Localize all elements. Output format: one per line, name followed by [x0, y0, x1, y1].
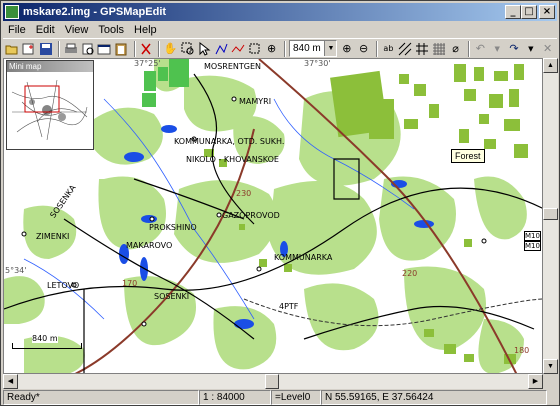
- menu-file[interactable]: File: [3, 24, 31, 36]
- map-scale-label: 840 m: [32, 334, 58, 343]
- map-label-sosenki: SOSENKI: [154, 292, 190, 301]
- toolbar-separator: [158, 40, 161, 57]
- map-label-mosrentgen: MOSRENTGEN: [204, 62, 261, 71]
- attach-icon[interactable]: ⌀: [448, 41, 463, 57]
- toolbar: ✋ ⊕ 840 m ▼ ⊕ ⊖ ab ⌀ ↶ ▼ ↷ ▼ ✕: [3, 38, 557, 58]
- minimap-title: Mini map: [7, 61, 93, 72]
- polyline-icon[interactable]: [231, 41, 246, 57]
- status-level: =Level0: [271, 390, 321, 405]
- coord-label-top-left: 37°25': [134, 59, 161, 68]
- map-label-220: 220: [402, 269, 418, 278]
- map-canvas[interactable]: 37°25' 37°30' 5°34' MOSRENTGEN MAMYRI KO…: [3, 58, 543, 374]
- minimap-panel[interactable]: Mini map: [6, 60, 94, 150]
- print-preview-icon[interactable]: [80, 41, 95, 57]
- status-scale: 1 : 84000: [199, 390, 271, 405]
- grid-fine-icon[interactable]: [431, 41, 446, 57]
- map-label-zimenki: ZIMENKI: [36, 232, 70, 241]
- window-title: mskare2.img - GPSMapEdit: [23, 6, 167, 18]
- status-ready: Ready*: [3, 390, 199, 405]
- polygon-icon[interactable]: [247, 41, 262, 57]
- scroll-right-icon[interactable]: ▶: [528, 374, 543, 389]
- road-shield-m10-b: M10: [524, 241, 541, 251]
- scroll-down-icon[interactable]: ▼: [543, 359, 558, 374]
- open-icon[interactable]: [5, 41, 20, 57]
- cut-icon[interactable]: [139, 41, 154, 57]
- clipboard-icon[interactable]: [114, 41, 129, 57]
- chevron-down-icon[interactable]: ▼: [324, 41, 337, 56]
- redo-icon[interactable]: ↷: [507, 41, 522, 57]
- toolbar-separator: [283, 40, 286, 57]
- toolbar-separator: [58, 40, 61, 57]
- map-tooltip: Forest: [451, 149, 485, 163]
- map-label-mamyri: MAMYRI: [239, 97, 272, 106]
- map-label-4ptf: 4PTF: [279, 302, 299, 311]
- map-label-nikolo: NIKOLO - KHOVANSKOE: [186, 155, 279, 164]
- scale-value: 840 m: [292, 43, 321, 54]
- title-bar: mskare2.img - GPSMapEdit _ □ ×: [3, 3, 557, 21]
- coord-label-left: 5°34': [5, 266, 27, 275]
- map-label-prokshino: PROKSHINO: [149, 223, 197, 232]
- scroll-up-icon[interactable]: ▲: [543, 58, 558, 73]
- horizontal-scrollbar[interactable]: ◀ ▶: [3, 374, 543, 389]
- zoom-out-icon[interactable]: ⊖: [356, 41, 371, 57]
- hatch-icon[interactable]: [398, 41, 413, 57]
- vertical-scrollbar[interactable]: ▲ ▼: [543, 58, 558, 374]
- map-label-makarovo: MAKAROVO: [126, 241, 173, 250]
- minimap-drawing: [7, 72, 93, 149]
- hand-icon[interactable]: ✋: [163, 41, 178, 57]
- add-icon[interactable]: [22, 41, 37, 57]
- toolbar-separator: [133, 40, 136, 57]
- map-label-180: 180: [514, 346, 530, 355]
- road-shield-m10-a: M10: [524, 231, 541, 241]
- menu-bar: File Edit View Tools Help: [3, 22, 557, 38]
- redo-dropdown-icon[interactable]: ▼: [523, 41, 538, 57]
- zoom-in-icon[interactable]: ⊕: [339, 41, 354, 57]
- menu-help[interactable]: Help: [129, 24, 162, 36]
- delete-icon[interactable]: ✕: [540, 41, 555, 57]
- map-label-kommunarka-otd: KOMMUNARKA, OTD. SUKH.: [174, 137, 285, 146]
- maximize-button[interactable]: □: [521, 5, 537, 19]
- scroll-left-icon[interactable]: ◀: [3, 374, 18, 389]
- toolbar-separator: [376, 40, 379, 57]
- properties-icon[interactable]: [97, 41, 112, 57]
- select-arrow-icon[interactable]: [197, 41, 212, 57]
- map-label-kommunarka: KOMMUNARKA: [274, 253, 333, 262]
- scale-select[interactable]: 840 m ▼: [288, 40, 338, 57]
- undo-icon[interactable]: ↶: [473, 41, 488, 57]
- status-bar: Ready* 1 : 84000 =Level0 N 55.59165, E 3…: [3, 390, 557, 405]
- application-window: mskare2.img - GPSMapEdit _ □ × File Edit…: [0, 0, 560, 406]
- map-label-230: 230: [236, 189, 252, 198]
- status-coordinates: N 55.59165, E 37.56424: [321, 390, 547, 405]
- edit-nodes-icon[interactable]: [214, 41, 229, 57]
- horizontal-scroll-thumb[interactable]: [265, 374, 279, 389]
- menu-tools[interactable]: Tools: [93, 24, 129, 36]
- menu-view[interactable]: View: [60, 24, 94, 36]
- zoom-rect-icon[interactable]: [180, 41, 195, 57]
- toolbar-separator: [468, 40, 470, 57]
- undo-dropdown-icon[interactable]: ▼: [490, 41, 505, 57]
- minimize-button[interactable]: _: [505, 5, 521, 19]
- map-label-gazoprovod: GAZOPROVOD: [222, 211, 280, 220]
- print-icon[interactable]: [63, 41, 78, 57]
- point-icon[interactable]: ⊕: [264, 41, 279, 57]
- menu-edit[interactable]: Edit: [31, 24, 60, 36]
- vertical-scroll-thumb[interactable]: [543, 208, 558, 220]
- grid-icon[interactable]: [415, 41, 430, 57]
- labels-icon[interactable]: ab: [381, 41, 396, 57]
- close-button[interactable]: ×: [539, 5, 555, 19]
- map-label-letovo: LETOVO: [47, 281, 80, 290]
- map-label-170: 170: [122, 279, 138, 288]
- save-icon[interactable]: [39, 41, 54, 57]
- app-icon: [5, 5, 19, 19]
- map-scale-bar: [12, 343, 82, 349]
- coord-label-top-mid: 37°30': [304, 59, 331, 68]
